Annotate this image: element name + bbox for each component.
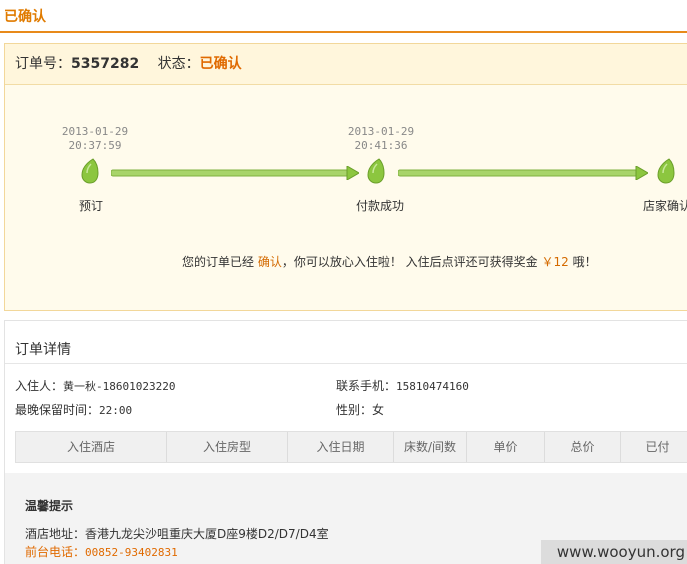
message-text-pre: 您的订单已经 [182, 255, 255, 269]
step-2-date: 2013-01-29 [347, 125, 415, 138]
tips-title: 温馨提示 [25, 499, 74, 513]
step-2-label: 付款成功 [356, 199, 405, 213]
order-status: 已确认 [199, 56, 242, 72]
front-desk-label: 前台电话： [25, 545, 86, 559]
col-room-type: 入住房型 [167, 432, 288, 462]
details-title: 订单详情 [15, 342, 71, 358]
message-text-post: 哦！ [572, 255, 597, 269]
order-status-label: 状态： [157, 56, 200, 72]
guest-value: 黄一秋-18601023220 [63, 380, 176, 393]
progress-arrow-1-icon [111, 166, 359, 180]
col-checkin-date: 入住日期 [288, 432, 394, 462]
order-number: 5357282 [71, 56, 140, 72]
message-text-mid: ，你可以放心入住啦！ 入住后点评还可获得奖金 [281, 255, 538, 269]
step-3-marker-icon [657, 158, 675, 184]
latest-time-info: 最晚保留时间：22:00 [15, 401, 132, 418]
order-number-label: 订单号： [15, 56, 71, 72]
front-desk-phone: 前台电话：00852-93402831 [25, 543, 178, 560]
step-1-time: 20:37:59 [68, 139, 122, 152]
gender-info: 性别：女 [336, 401, 384, 418]
col-total-price: 总价 [545, 432, 621, 462]
col-hotel: 入住酒店 [16, 432, 167, 462]
col-beds-rooms: 床数/间数 [394, 432, 467, 462]
latest-time-label: 最晚保留时间： [15, 403, 100, 417]
address-label: 酒店地址： [25, 527, 86, 541]
step-1-timestamp: 2013-01-29 20:37:59 [55, 125, 135, 153]
progress-arrow-2-icon [398, 166, 648, 180]
step-1-label: 预订 [79, 199, 104, 213]
step-2-timestamp: 2013-01-29 20:41:36 [341, 125, 421, 153]
message-highlight: 确认 [257, 255, 282, 269]
order-status-panel: 订单号：5357282 状态：已确认 2013-01-29 20:37:59 预… [4, 43, 687, 311]
page-title: 已确认 [4, 9, 46, 25]
gender-value: 女 [372, 403, 385, 417]
phone-value: 15810474160 [396, 380, 469, 393]
guest-info: 入住人：黄一秋-18601023220 [15, 377, 176, 394]
latest-time-value: 22:00 [99, 404, 133, 417]
order-table-header: 入住酒店 入住房型 入住日期 床数/间数 单价 总价 已付 [15, 431, 687, 463]
col-paid: 已付 [645, 440, 670, 454]
phone-label: 联系手机： [336, 379, 397, 393]
hotel-address: 酒店地址：香港九龙尖沙咀重庆大厦D座9楼D2/D7/D4室 [25, 525, 329, 542]
watermark: www.wooyun.org [541, 540, 687, 564]
step-1-date: 2013-01-29 [61, 125, 129, 138]
title-divider [0, 31, 687, 33]
guest-label: 入住人： [15, 379, 64, 393]
confirmation-message: 您的订单已经 确认，你可以放心入住啦！ 入住后点评还可获得奖金 ￥12 哦！ [182, 253, 597, 270]
details-divider [5, 363, 687, 364]
order-details-panel: 订单详情 入住人：黄一秋-18601023220 联系手机：1581047416… [4, 320, 687, 564]
address-value: 香港九龙尖沙咀重庆大厦D座9楼D2/D7/D4室 [85, 527, 329, 541]
order-header: 订单号：5357282 状态：已确认 [5, 44, 687, 85]
front-desk-value: 00852-93402831 [85, 546, 178, 559]
gender-label: 性别： [336, 403, 373, 417]
step-2-time: 20:41:36 [354, 139, 408, 152]
step-2-marker-icon [367, 158, 385, 184]
phone-info: 联系手机：15810474160 [336, 377, 469, 394]
reward-amount: ￥12 [541, 255, 569, 269]
step-3-label: 店家确认 [643, 199, 687, 213]
col-unit-price: 单价 [467, 432, 545, 462]
step-1-marker-icon [81, 158, 99, 184]
